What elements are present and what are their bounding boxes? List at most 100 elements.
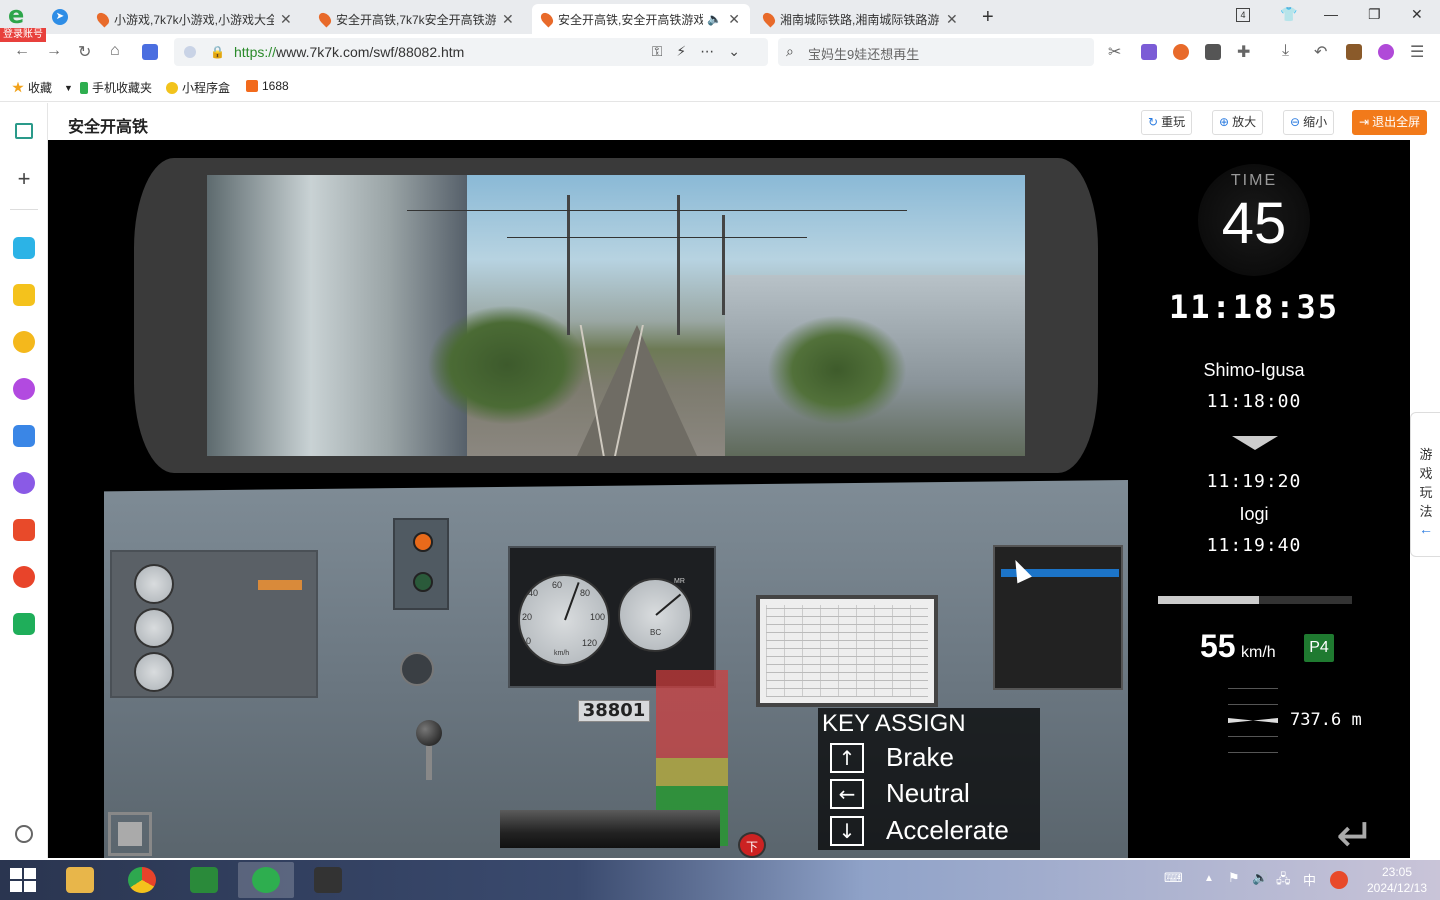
signal-lamp-box bbox=[393, 518, 449, 610]
forward-icon[interactable]: → bbox=[46, 42, 62, 60]
how-to-play-tab[interactable]: 游戏玩法 ← bbox=[1410, 412, 1440, 557]
lightning-icon[interactable]: ⚡ bbox=[676, 43, 700, 59]
system-clock[interactable]: 23:05 2024/12/13 bbox=[1362, 864, 1432, 896]
robot-app-icon[interactable] bbox=[13, 331, 35, 353]
tab-close-icon[interactable]: ✕ bbox=[502, 11, 514, 28]
login-badge[interactable]: 登录账号 bbox=[0, 28, 46, 42]
bookmark-miniapp[interactable]: 小程序盒 bbox=[166, 79, 230, 96]
tab-favicon-icon bbox=[760, 10, 778, 28]
bookmark-favorites[interactable]: 收藏 ▼ bbox=[12, 79, 73, 96]
tray-expand-icon[interactable]: ▲ bbox=[1204, 873, 1214, 884]
key-row-accelerate: ↓ Accelerate bbox=[830, 815, 1009, 846]
chevron-down-icon[interactable]: ⌄ bbox=[728, 43, 754, 59]
flag-icon[interactable]: ⚑ bbox=[1228, 870, 1240, 886]
system-date: 2024/12/13 bbox=[1366, 881, 1428, 895]
undo-icon[interactable]: ↶ bbox=[1314, 42, 1327, 62]
sogou-input-icon[interactable] bbox=[1330, 871, 1348, 889]
add-icon[interactable]: + bbox=[13, 168, 35, 191]
app-blue-icon[interactable] bbox=[13, 237, 35, 259]
game-controller-icon[interactable] bbox=[1173, 44, 1189, 60]
bookmark-1688[interactable]: 1688 bbox=[246, 79, 289, 93]
arrow-left-icon: ← bbox=[1419, 521, 1433, 537]
zoom-in-button[interactable]: ⊕ 放大 bbox=[1212, 110, 1264, 135]
download-icon[interactable]: ⤓ bbox=[1282, 42, 1289, 60]
taskbar-calculator[interactable] bbox=[176, 862, 232, 898]
tab-close-icon[interactable]: ✕ bbox=[280, 11, 292, 28]
menu-icon[interactable]: ☰ bbox=[1410, 42, 1424, 62]
minimize-icon[interactable]: — bbox=[1324, 6, 1338, 22]
scale-mark bbox=[1228, 704, 1278, 705]
return-arrow-icon[interactable]: ↵ bbox=[1336, 808, 1375, 858]
ai-badge-icon[interactable] bbox=[1378, 44, 1394, 60]
taskbar-chrome[interactable] bbox=[114, 862, 170, 898]
site-info-icon[interactable] bbox=[184, 46, 196, 58]
settings-gear-icon[interactable] bbox=[15, 825, 33, 843]
speed-value: 55 bbox=[1200, 628, 1236, 664]
url-text[interactable]: https://www.7k7k.com/swf/88082.htm bbox=[234, 44, 464, 60]
more-icon[interactable]: ⋯ bbox=[700, 43, 728, 59]
tab-1[interactable]: 安全开高铁,7k7k安全开高铁游 ✕ bbox=[310, 4, 528, 34]
fullscreen-toggle-icon[interactable] bbox=[108, 812, 152, 856]
exit-fullscreen-button[interactable]: ⇥ 退出全屏 bbox=[1352, 110, 1428, 135]
taskbar-browser[interactable] bbox=[238, 862, 294, 898]
chat-app-icon[interactable] bbox=[13, 472, 35, 494]
ai-blue-app-icon[interactable] bbox=[13, 425, 35, 447]
scale-mark bbox=[1228, 688, 1278, 689]
bookmark-mobile[interactable]: 手机收藏夹 bbox=[80, 79, 152, 96]
restore-icon[interactable]: ❐ bbox=[1368, 6, 1381, 23]
ai-app-icon[interactable] bbox=[13, 378, 35, 400]
replay-button[interactable]: ↻ 重玩 bbox=[1141, 110, 1193, 135]
lever-knob[interactable] bbox=[416, 720, 442, 746]
folder-icon bbox=[66, 867, 94, 893]
ai-assistant-icon[interactable] bbox=[142, 44, 158, 60]
game-canvas[interactable]: 60 80 100 120 40 20 0 km/h BC MR 38801 下… bbox=[48, 140, 1410, 858]
toolbox-icon[interactable] bbox=[1346, 44, 1362, 60]
telegram-icon[interactable]: ➤ bbox=[52, 9, 68, 25]
shirt-skin-icon[interactable]: 👕 bbox=[1280, 6, 1297, 23]
key-icon[interactable]: ⚿ bbox=[652, 43, 677, 59]
dropdown-icon[interactable]: ▼ bbox=[64, 83, 73, 93]
scissors-icon[interactable]: ✂ bbox=[1108, 42, 1121, 62]
tab-close-icon[interactable]: ✕ bbox=[728, 11, 740, 28]
home-icon[interactable] bbox=[15, 123, 33, 139]
emergency-stop-button[interactable]: 下 bbox=[738, 832, 766, 858]
ime-indicator[interactable]: 中 bbox=[1303, 870, 1316, 889]
tab-count-icon[interactable]: 4 bbox=[1236, 8, 1250, 22]
speaker-icon[interactable]: 🔈 bbox=[707, 12, 722, 26]
reader-icon[interactable] bbox=[1205, 44, 1221, 60]
star-app-icon[interactable] bbox=[13, 284, 35, 306]
reload-icon[interactable]: ↻ bbox=[78, 42, 91, 62]
close-window-icon[interactable]: ✕ bbox=[1411, 6, 1423, 23]
tab-close-icon[interactable]: ✕ bbox=[946, 11, 958, 28]
back-icon[interactable]: ← bbox=[14, 42, 30, 60]
search-input[interactable]: 宝妈生9娃还想再生 bbox=[808, 44, 919, 63]
lever-rod bbox=[426, 740, 432, 780]
distance-scale bbox=[1228, 688, 1278, 758]
bookmark-label: 小程序盒 bbox=[182, 81, 231, 95]
search-box[interactable]: ⌕ 宝妈生9娃还想再生 bbox=[778, 38, 1094, 66]
windows-start-icon[interactable] bbox=[10, 868, 36, 892]
network-icon[interactable]: 🖧 bbox=[1276, 870, 1291, 892]
dial-knob[interactable] bbox=[400, 652, 434, 686]
taskbar-bot[interactable] bbox=[300, 862, 356, 898]
address-bar[interactable]: 🔒 https://www.7k7k.com/swf/88082.htm ⚿⚡⋯… bbox=[174, 38, 768, 66]
browser-logo-icon[interactable]: e bbox=[4, 3, 34, 31]
volume-icon[interactable]: 🔊 bbox=[1252, 870, 1268, 886]
master-controller-handle[interactable] bbox=[500, 810, 720, 848]
taskbar-explorer[interactable] bbox=[52, 862, 108, 898]
keyboard-icon[interactable]: ⌨ bbox=[1164, 870, 1183, 886]
key-row-brake: ↑ Brake bbox=[830, 742, 954, 773]
tab-2-active[interactable]: 安全开高铁,安全开高铁游戏 🔈 ✕ bbox=[532, 4, 750, 34]
new-tab-plus-icon[interactable]: + bbox=[982, 6, 994, 29]
catenary-pole bbox=[722, 215, 725, 315]
mail-icon[interactable] bbox=[13, 613, 35, 635]
weibo-icon[interactable] bbox=[13, 566, 35, 588]
tab-3[interactable]: 湘南城际铁路,湘南城际铁路游 ✕ bbox=[754, 4, 972, 34]
zoom-out-label: 缩小 bbox=[1303, 115, 1328, 129]
tab-0[interactable]: 小游戏,7k7k小游戏,小游戏大全 ✕ bbox=[88, 4, 306, 34]
home-icon[interactable]: ⌂ bbox=[110, 42, 120, 60]
gamepad-app-icon[interactable] bbox=[13, 519, 35, 541]
translate-icon[interactable] bbox=[1141, 44, 1157, 60]
zoom-out-button[interactable]: ⊖ 缩小 bbox=[1283, 110, 1335, 135]
extensions-icon[interactable]: ✚ bbox=[1237, 42, 1250, 62]
